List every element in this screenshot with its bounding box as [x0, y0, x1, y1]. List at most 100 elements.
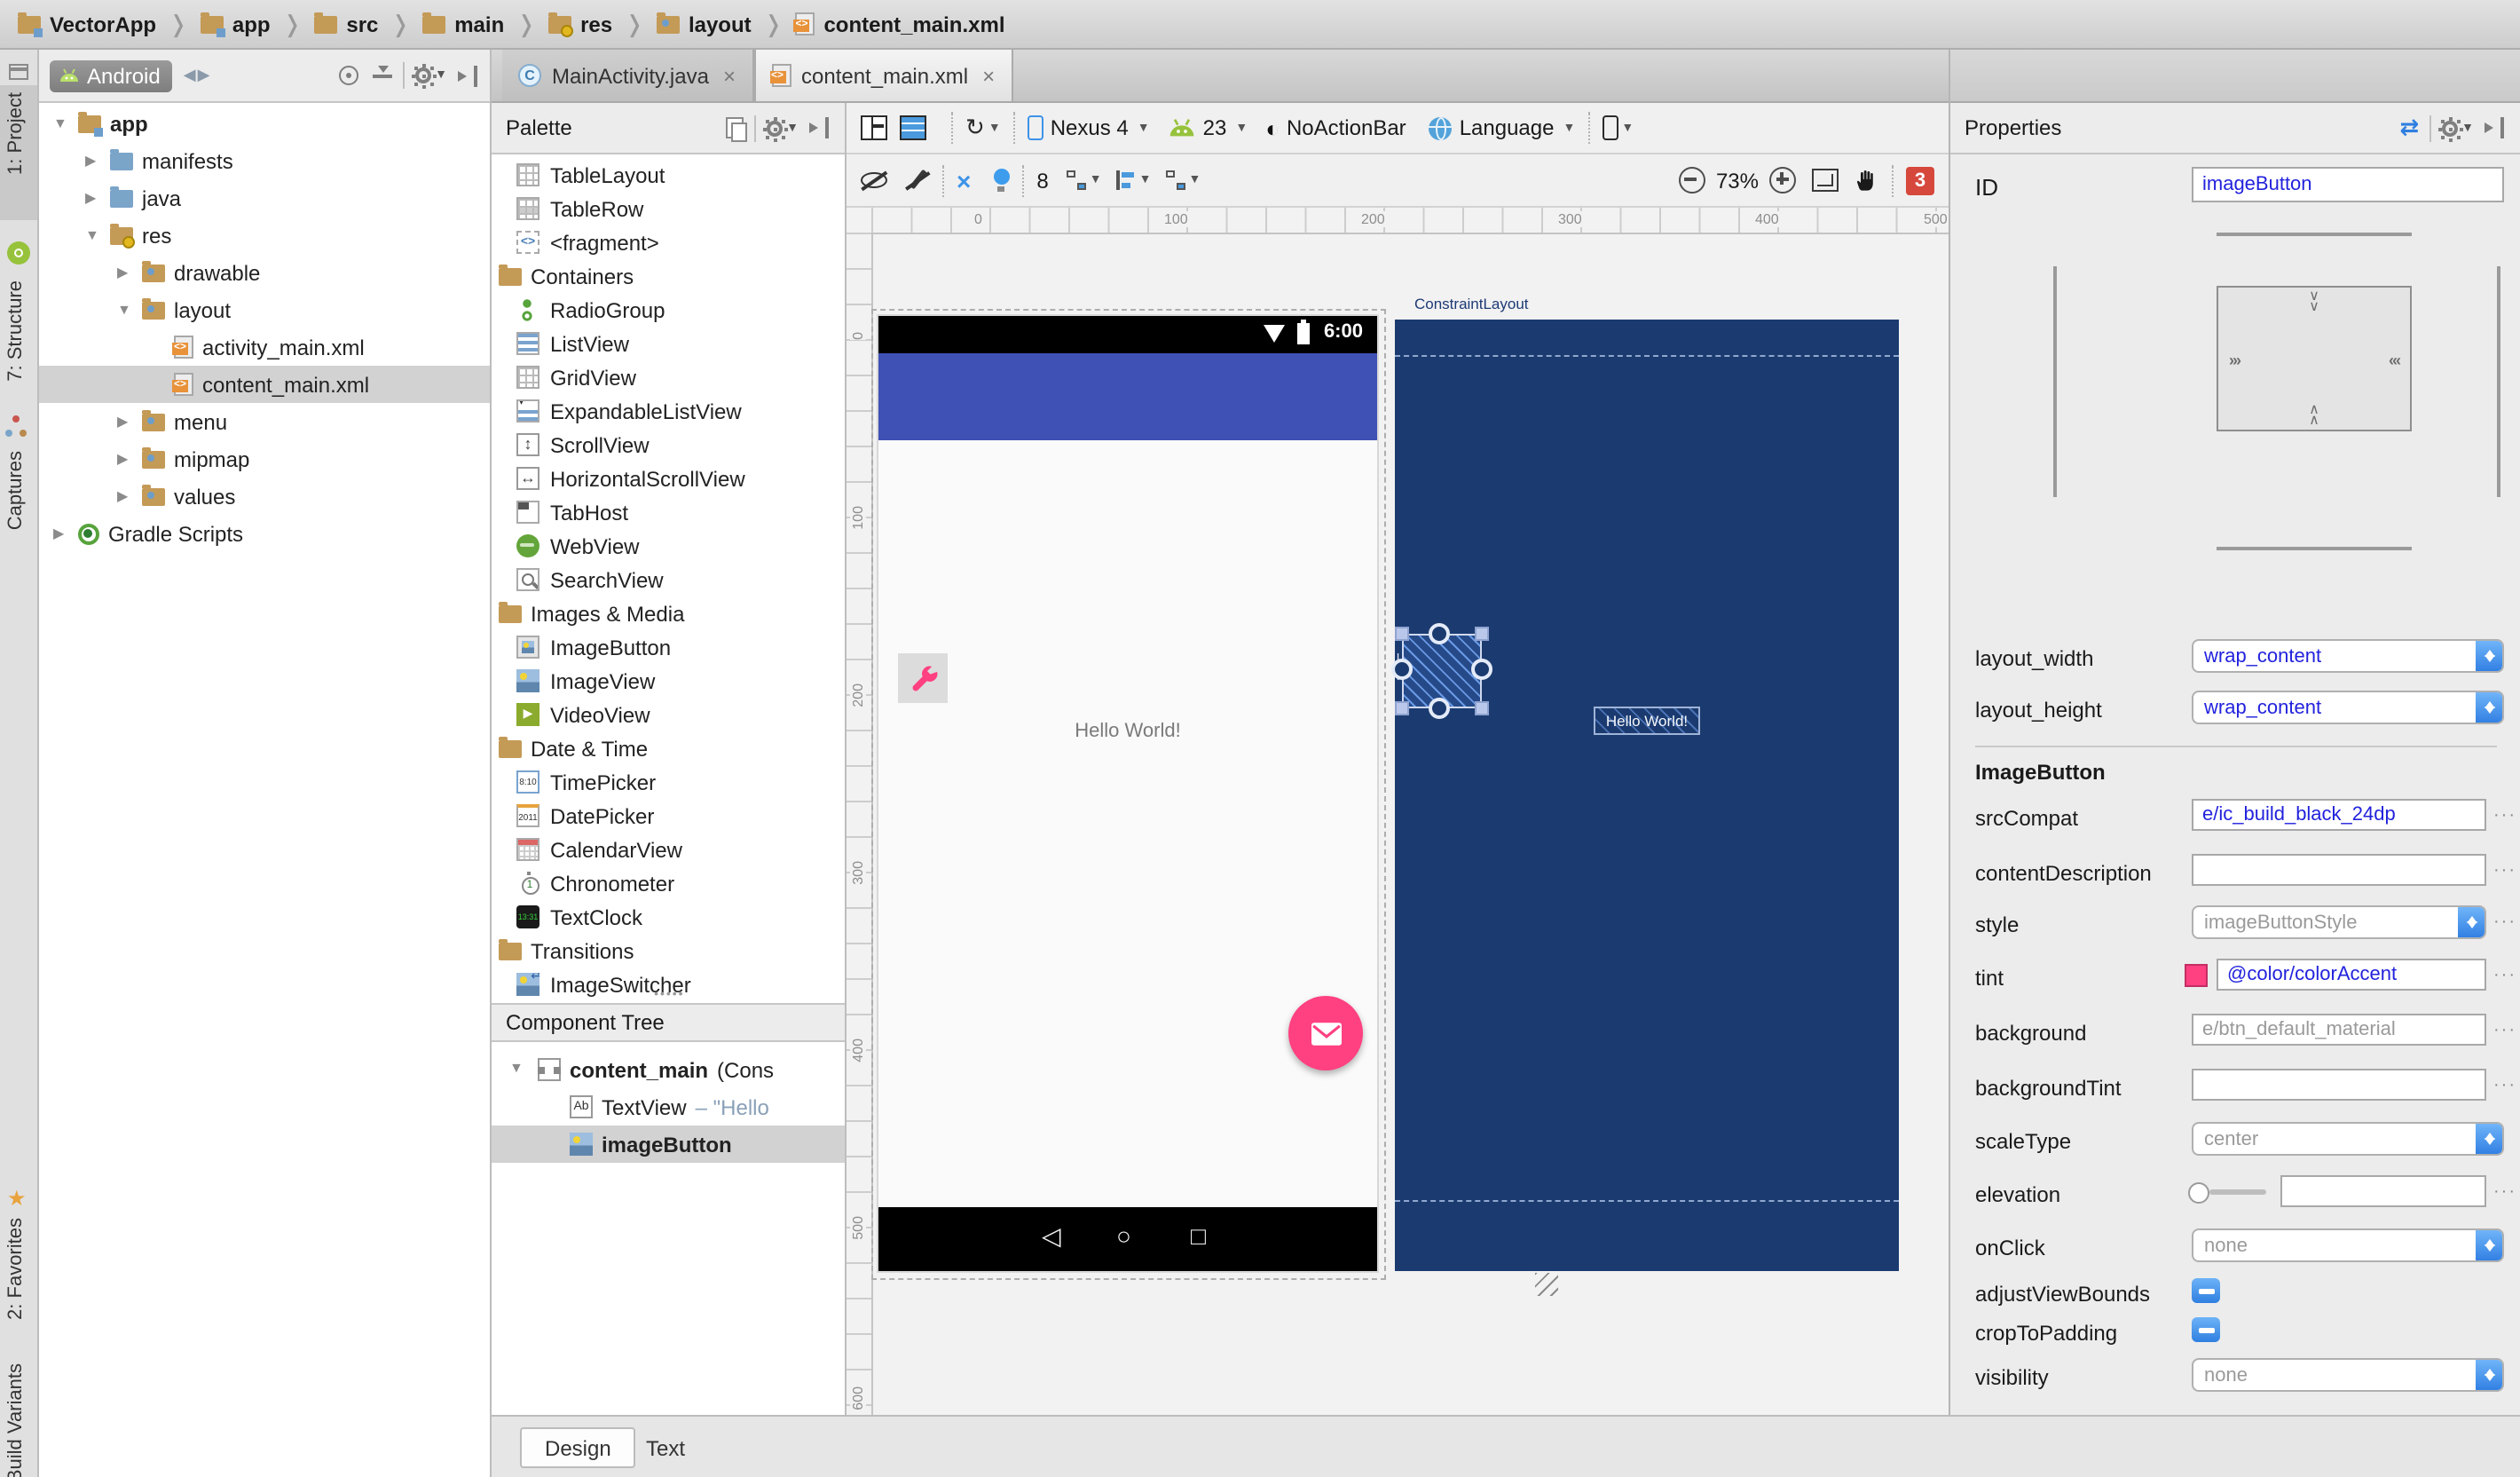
- back-icon[interactable]: ◁: [1042, 1221, 1061, 1252]
- palette-item[interactable]: TableRow: [492, 192, 845, 225]
- expand-arrow-icon[interactable]: ▼: [117, 302, 131, 318]
- autoconnect-icon[interactable]: [905, 168, 930, 193]
- component-row-textview[interactable]: Ab TextView – "Hello: [492, 1088, 845, 1126]
- tree-row-res[interactable]: ▼ res: [39, 217, 490, 254]
- constraint-margin-bottom[interactable]: [2217, 547, 2412, 550]
- resize-handle[interactable]: [1475, 627, 1489, 641]
- layout-height-dropdown[interactable]: wrap_content: [2192, 691, 2504, 724]
- constraint-anchor[interactable]: [1429, 623, 1450, 644]
- swap-view-icon[interactable]: ⇄: [2399, 114, 2419, 142]
- srccompat-field[interactable]: e/ic_build_black_24dp: [2192, 799, 2486, 831]
- hide-panel-icon[interactable]: [809, 117, 831, 138]
- palette-item[interactable]: <> <fragment>: [492, 225, 845, 259]
- close-icon[interactable]: ×: [982, 63, 995, 88]
- textview-widget[interactable]: Hello World!: [878, 721, 1377, 742]
- elevation-field[interactable]: [2280, 1175, 2486, 1207]
- browse-icon[interactable]: [2493, 1182, 2516, 1202]
- palette-item[interactable]: 8:10 TimePicker: [492, 765, 845, 799]
- recents-icon[interactable]: □: [1191, 1221, 1206, 1250]
- virtual-device-icon[interactable]: [1602, 115, 1618, 140]
- imagebutton-widget[interactable]: [898, 653, 948, 703]
- adjustviewbounds-toggle[interactable]: [2192, 1278, 2220, 1303]
- canvas-resize-handle[interactable]: [1535, 1273, 1558, 1296]
- breadcrumb-item[interactable]: src: [314, 12, 378, 36]
- tree-row-java[interactable]: ▶ java: [39, 179, 490, 217]
- expand-arrow-icon[interactable]: ▼: [85, 227, 99, 243]
- elevation-slider-knob[interactable]: [2188, 1182, 2209, 1204]
- browse-icon[interactable]: [2493, 806, 2516, 825]
- component-row-content-main[interactable]: ▼ content_main (Cons: [492, 1051, 845, 1088]
- id-field[interactable]: imageButton: [2192, 167, 2504, 202]
- palette-item[interactable]: TableLayout: [492, 158, 845, 192]
- palette-category[interactable]: Images & Media: [492, 596, 845, 630]
- style-dropdown[interactable]: imageButtonStyle: [2192, 905, 2486, 939]
- zoom-in-icon[interactable]: [1769, 167, 1796, 194]
- visibility-dropdown[interactable]: none: [2192, 1358, 2504, 1392]
- tab-text[interactable]: Text: [623, 1427, 708, 1468]
- stepper-icon[interactable]: [2476, 1360, 2502, 1390]
- palette-item[interactable]: GridView: [492, 360, 845, 394]
- browse-icon[interactable]: [2493, 966, 2516, 985]
- tree-row-values[interactable]: ▶ values: [39, 478, 490, 515]
- background-field[interactable]: e/btn_default_material: [2192, 1014, 2486, 1046]
- theme-selector[interactable]: NoActionBar: [1287, 115, 1406, 140]
- tab-mainactivity[interactable]: C MainActivity.java ×: [502, 50, 753, 101]
- elevation-slider-track[interactable]: [2209, 1189, 2266, 1195]
- component-row-imagebutton-selected[interactable]: imageButton: [492, 1126, 845, 1163]
- blueprint-view[interactable]: l i Hello World!: [1391, 320, 1899, 1271]
- api-selector[interactable]: 23: [1203, 115, 1227, 140]
- stepper-icon[interactable]: [2476, 1230, 2502, 1260]
- contentdescription-field[interactable]: [2192, 854, 2486, 886]
- palette-item[interactable]: TabHost: [492, 495, 845, 529]
- scaletype-dropdown[interactable]: center: [2192, 1122, 2504, 1156]
- zoom-out-icon[interactable]: [1678, 167, 1705, 194]
- onclick-dropdown[interactable]: none: [2192, 1228, 2504, 1262]
- design-canvas[interactable]: 0 100 200 300 400 500 0 100 200 300 400 …: [847, 208, 1949, 1415]
- tool-tab-favorites[interactable]: 2: Favorites: [5, 1218, 27, 1320]
- tab-content-main[interactable]: content_main.xml ×: [753, 50, 1013, 101]
- gear-icon[interactable]: [2442, 120, 2459, 136]
- browse-icon[interactable]: [2493, 1021, 2516, 1040]
- palette-item[interactable]: ImageView: [492, 664, 845, 698]
- stepper-icon[interactable]: [2476, 1124, 2502, 1154]
- constraint-bottom-icon[interactable]: ∧ ∧: [2303, 402, 2325, 427]
- collapse-all-icon[interactable]: [373, 66, 393, 85]
- breadcrumb-item[interactable]: VectorApp: [18, 12, 156, 36]
- tab-design[interactable]: Design: [520, 1427, 636, 1468]
- tree-row-drawable[interactable]: ▶ drawable: [39, 254, 490, 291]
- palette-item[interactable]: ↕ ScrollView: [492, 428, 845, 462]
- breadcrumb-item[interactable]: res: [548, 12, 612, 36]
- hide-panel-icon[interactable]: [458, 65, 479, 86]
- palette-item[interactable]: Chronometer: [492, 866, 845, 900]
- collapse-arrow-icon[interactable]: ▶: [85, 190, 96, 206]
- clear-constraints-icon[interactable]: ×: [957, 166, 971, 194]
- device-selector[interactable]: Nexus 4: [1051, 115, 1129, 140]
- orientation-icon[interactable]: ↻: [965, 114, 985, 142]
- breadcrumb-item[interactable]: layout: [656, 12, 752, 36]
- design-blueprint-view-icon[interactable]: [900, 115, 926, 140]
- browse-icon[interactable]: [2493, 912, 2516, 932]
- tool-tab-structure[interactable]: 7: Structure: [5, 280, 27, 382]
- palette-item[interactable]: ↔ HorizontalScrollView: [492, 462, 845, 495]
- palette-item[interactable]: ▶ VideoView: [492, 698, 845, 731]
- constraint-right-icon[interactable]: ‹‹‹: [2389, 351, 2401, 369]
- splitter-handle[interactable]: •••••: [654, 989, 685, 1001]
- constraint-anchor[interactable]: [1471, 659, 1492, 680]
- expand-arrow-icon[interactable]: ▼: [53, 115, 67, 131]
- collapse-arrow-icon[interactable]: ▶: [117, 451, 128, 467]
- tree-row-manifests[interactable]: ▶ manifests: [39, 142, 490, 179]
- gear-icon[interactable]: [415, 67, 432, 83]
- language-selector[interactable]: Language: [1460, 115, 1555, 140]
- constraint-anchor[interactable]: [1429, 698, 1450, 719]
- tool-tab-build-variants[interactable]: Build Variants: [5, 1363, 27, 1477]
- tree-row-gradle-scripts[interactable]: ▶ Gradle Scripts: [39, 515, 490, 552]
- breadcrumb-item[interactable]: app: [200, 12, 271, 36]
- tree-row-activity-main[interactable]: activity_main.xml: [39, 328, 490, 366]
- tree-row-menu[interactable]: ▶ menu: [39, 403, 490, 440]
- tree-row-content-main-selected[interactable]: content_main.xml: [39, 366, 490, 403]
- guideline-icon[interactable]: [1165, 170, 1185, 190]
- navigate-arrows-icon[interactable]: ◀▶: [184, 66, 212, 85]
- close-icon[interactable]: ×: [723, 63, 736, 88]
- stepper-icon[interactable]: [2476, 692, 2502, 723]
- project-view-selector[interactable]: Android: [50, 59, 173, 91]
